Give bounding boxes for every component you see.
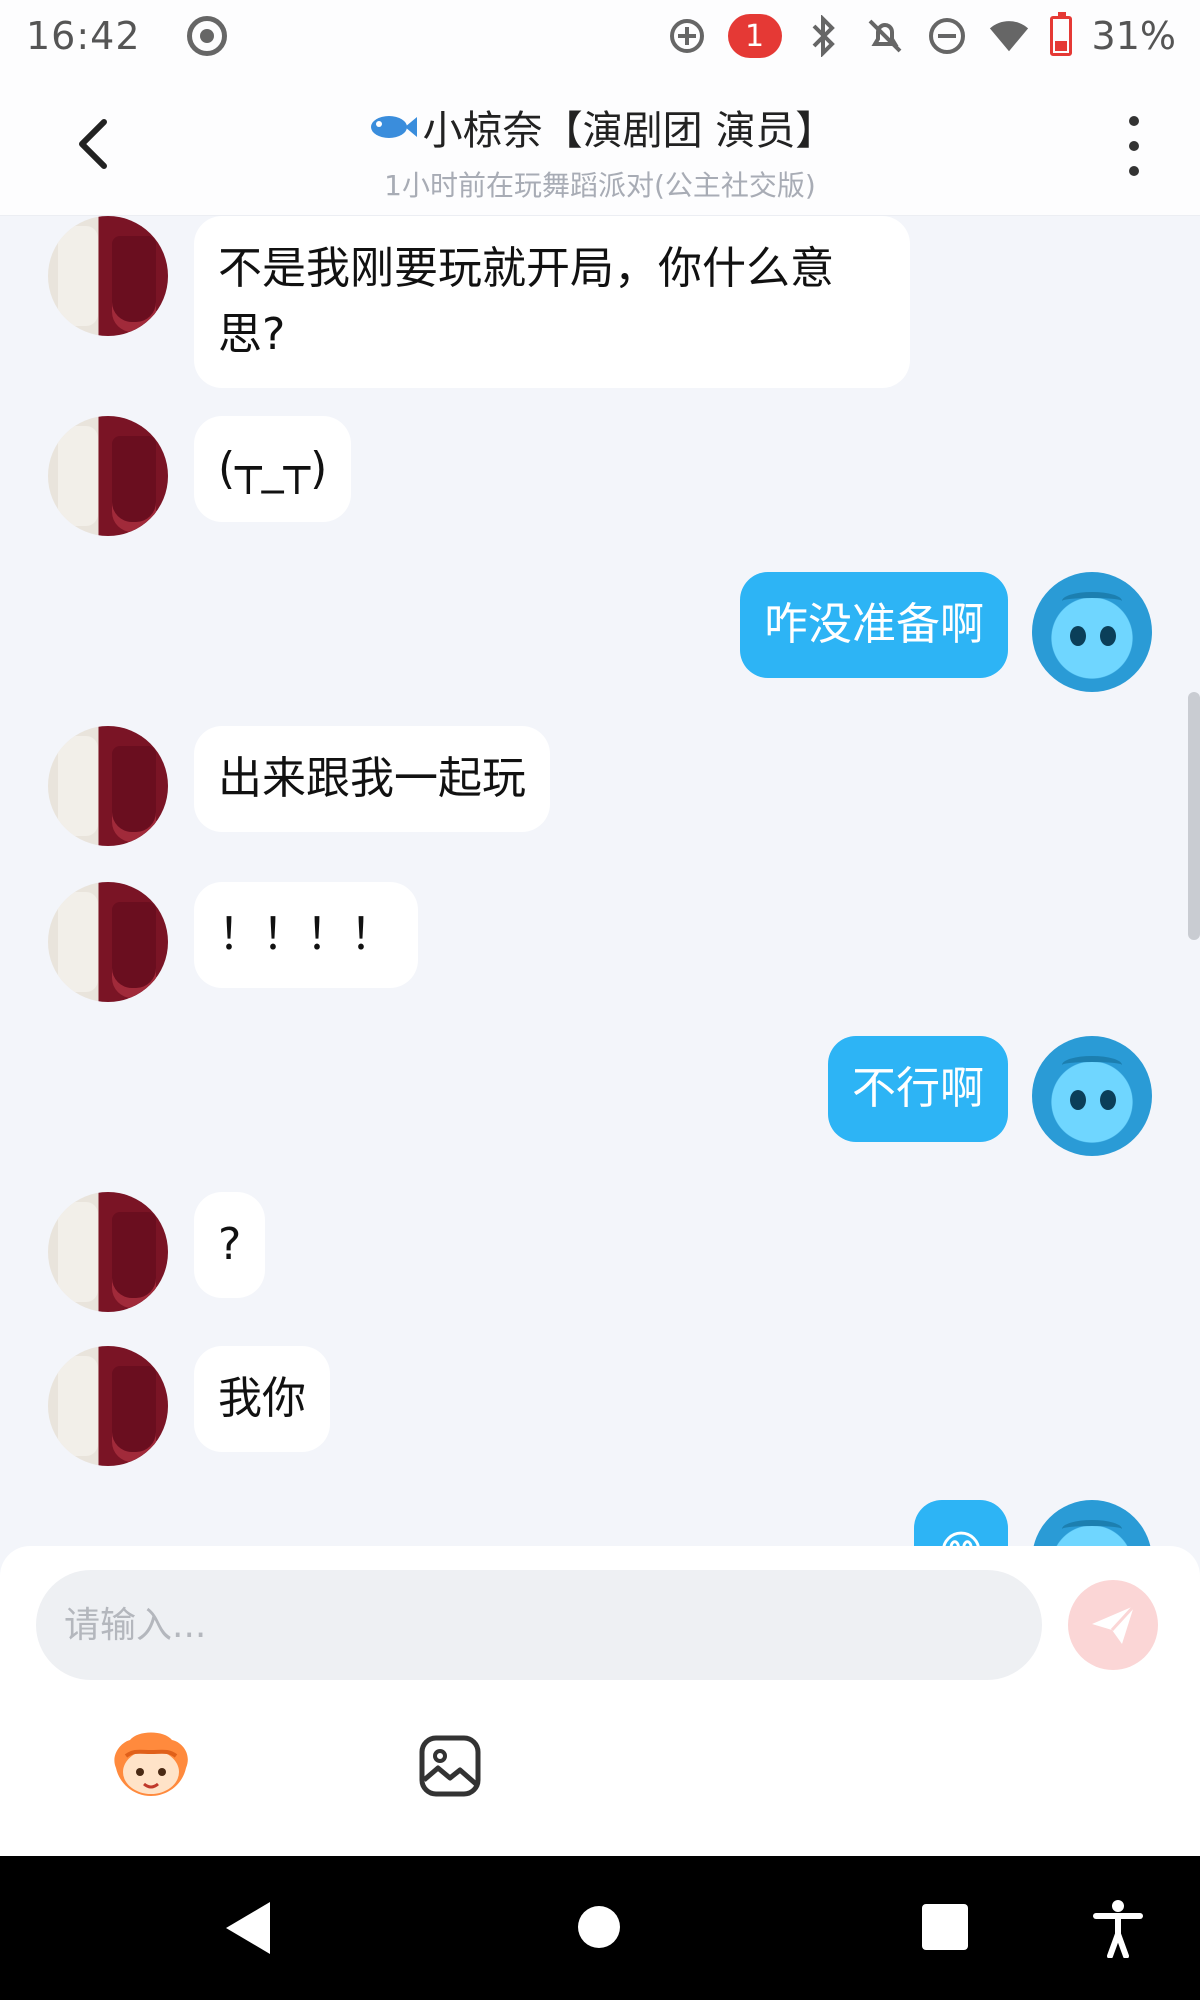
send-button[interactable] — [1068, 1580, 1158, 1670]
accessibility-icon — [1093, 1900, 1143, 1959]
contact-avatar[interactable] — [48, 216, 168, 336]
message-row: ? — [48, 1192, 266, 1312]
message-row: 我你 — [48, 1346, 330, 1466]
message-input[interactable] — [36, 1570, 1042, 1680]
location-icon — [666, 15, 708, 57]
do-not-disturb-icon — [926, 15, 968, 57]
page-title: 小椋奈【演剧团 演员】 — [422, 108, 836, 154]
send-icon — [1092, 1604, 1136, 1644]
chat-header: 小椋奈【演剧团 演员】 1小时前在玩舞蹈派对(公主社交版) — [0, 72, 1200, 216]
mute-bell-icon — [864, 15, 906, 57]
scrollbar[interactable] — [1188, 692, 1200, 940]
accessibility-button[interactable] — [1092, 1898, 1144, 1959]
nav-home-button[interactable] — [578, 1906, 620, 1948]
sticker-button[interactable] — [108, 1730, 194, 1800]
status-bar: 16:42 1 31% — [0, 0, 1200, 72]
message-bubble[interactable]: 不行啊 — [828, 1036, 1008, 1142]
message-row: 不行啊 — [828, 1036, 1152, 1156]
contact-avatar[interactable] — [48, 726, 168, 846]
mascot-sticker-icon — [114, 1732, 188, 1796]
my-avatar[interactable] — [1032, 1036, 1152, 1156]
battery-icon — [1049, 12, 1072, 56]
status-icons: 1 31% — [666, 12, 1176, 58]
nav-back-button[interactable] — [226, 1902, 270, 1954]
message-row: 出来跟我一起玩 — [48, 726, 550, 846]
contact-avatar[interactable] — [48, 1346, 168, 1466]
battery-percent: 31% — [1091, 14, 1176, 58]
notification-badge: 1 — [727, 14, 782, 58]
message-row: (┬_┬) — [48, 416, 352, 536]
contact-avatar[interactable] — [48, 882, 168, 1002]
contact-avatar[interactable] — [48, 416, 168, 536]
message-bubble[interactable]: 我你 — [194, 1346, 330, 1452]
screen-record-icon — [186, 16, 227, 56]
message-row: 😊 — [914, 1500, 1152, 1546]
composer-panel — [0, 1546, 1200, 1856]
status-time: 16:42 — [26, 14, 141, 58]
message-bubble[interactable]: 出来跟我一起玩 — [194, 726, 550, 832]
system-nav-bar — [0, 1856, 1200, 2000]
message-row: 不是我刚要玩就开局，你什么意思? — [48, 216, 910, 388]
message-bubble[interactable]: (┬_┬) — [194, 416, 352, 522]
image-icon — [419, 1735, 481, 1797]
message-bubble[interactable]: 不是我刚要玩就开局，你什么意思? — [194, 216, 910, 388]
message-row: 咋没准备啊 — [740, 572, 1152, 692]
more-options-button[interactable] — [1122, 116, 1146, 176]
message-list[interactable]: 不是我刚要玩就开局，你什么意思? (┬_┬) 咋没准备啊 出来跟我一起玩 ！！！… — [0, 216, 1200, 1546]
wifi-icon — [988, 15, 1030, 57]
image-button[interactable] — [418, 1734, 482, 1798]
message-bubble[interactable]: ? — [194, 1192, 266, 1298]
contact-avatar[interactable] — [48, 1192, 168, 1312]
message-bubble[interactable]: ！！！！ — [194, 882, 418, 988]
fish-icon — [370, 116, 417, 138]
bluetooth-icon — [802, 15, 844, 57]
my-avatar[interactable] — [1032, 1500, 1152, 1546]
title-area[interactable]: 小椋奈【演剧团 演员】 1小时前在玩舞蹈派对(公主社交版) — [0, 98, 1200, 204]
my-avatar[interactable] — [1032, 572, 1152, 692]
message-row: ！！！！ — [48, 882, 418, 1002]
presence-status: 1小时前在玩舞蹈派对(公主社交版) — [384, 169, 816, 202]
message-bubble[interactable]: 咋没准备啊 — [740, 572, 1008, 678]
message-bubble[interactable]: 😊 — [914, 1500, 1008, 1546]
more-vertical-icon — [1129, 116, 1139, 126]
nav-recents-button[interactable] — [922, 1904, 968, 1950]
